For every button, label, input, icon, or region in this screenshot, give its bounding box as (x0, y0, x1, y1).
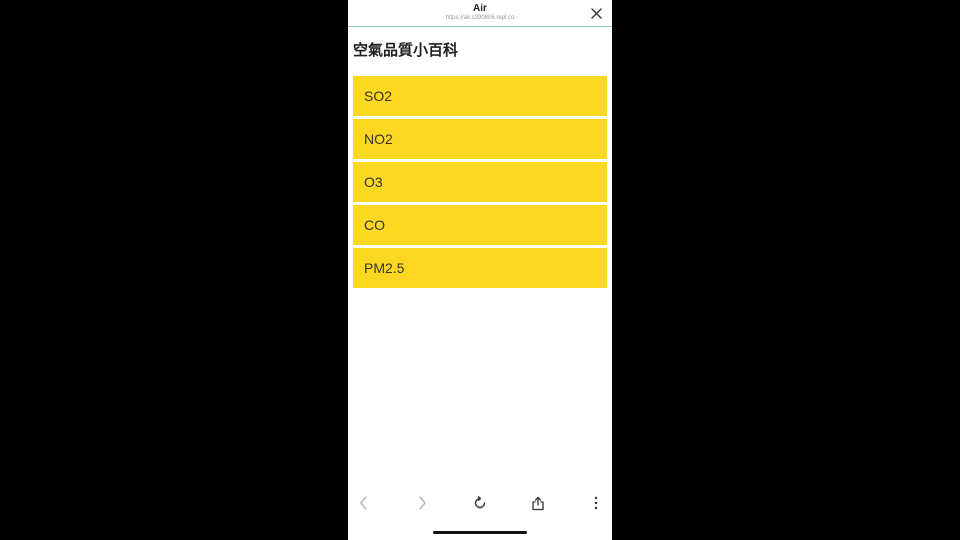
browser-window: Air https://air.s390806.repl.co 空氣品質小百科 … (348, 0, 612, 540)
back-button[interactable] (354, 493, 374, 513)
browser-title: Air (473, 3, 487, 14)
reload-button[interactable] (470, 493, 490, 513)
list-item-so2[interactable]: SO2 (353, 76, 607, 116)
pollutant-list: SO2 NO2 O3 CO PM2.5 (353, 76, 607, 291)
list-item-co[interactable]: CO (353, 205, 607, 245)
list-item-no2[interactable]: NO2 (353, 119, 607, 159)
list-item-pm25[interactable]: PM2.5 (353, 248, 607, 288)
more-button[interactable] (586, 493, 606, 513)
browser-header: Air https://air.s390806.repl.co (348, 0, 612, 27)
page-title: 空氣品質小百科 (353, 41, 459, 59)
browser-url: https://air.s390806.repl.co (445, 15, 515, 21)
reload-icon (474, 496, 486, 509)
close-button[interactable] (588, 5, 604, 21)
chevron-right-icon (419, 496, 426, 510)
home-indicator (433, 531, 527, 534)
chevron-left-icon (360, 496, 367, 510)
list-item-o3[interactable]: O3 (353, 162, 607, 202)
close-icon (590, 7, 602, 19)
forward-button[interactable] (412, 493, 432, 513)
share-button[interactable] (528, 493, 548, 513)
share-icon (532, 496, 544, 510)
more-vertical-icon (594, 496, 598, 510)
